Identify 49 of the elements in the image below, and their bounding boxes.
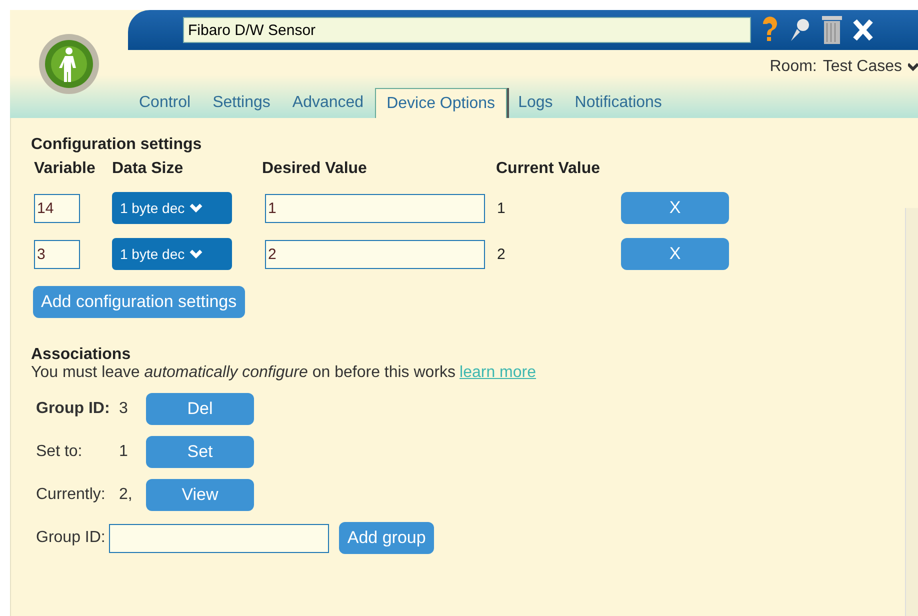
chevron-down-icon — [188, 249, 203, 259]
device-name-field[interactable]: Fibaro D/W Sensor — [183, 17, 751, 43]
help-icon[interactable] — [761, 16, 779, 44]
desired-value-field[interactable]: 2 — [265, 240, 485, 268]
tab[interactable]: Notifications — [564, 88, 673, 118]
walking-figure-icon — [38, 33, 100, 95]
chevron-down-icon — [188, 203, 203, 213]
variable-field[interactable]: 14 — [34, 194, 80, 222]
field-value: 3 — [119, 400, 129, 418]
room-name[interactable]: Test Cases — [822, 58, 902, 76]
trash-icon[interactable] — [821, 15, 843, 45]
field-value: 1 — [119, 443, 129, 461]
tab[interactable]: Control — [128, 88, 202, 118]
group-id-field[interactable] — [109, 524, 330, 552]
column-header: Data Size — [112, 160, 184, 178]
data-size-dropdown[interactable]: 1 byte dec — [112, 238, 232, 270]
associations-note: You must leave automatically configure on before this works learn more — [31, 364, 538, 382]
section-title: Associations — [31, 346, 132, 364]
section-title: Configuration settings — [31, 136, 203, 154]
remove-button[interactable]: X — [621, 192, 729, 224]
close-icon[interactable] — [853, 19, 873, 41]
current-value: 2 — [497, 246, 506, 262]
add-configuration-button[interactable]: Add configuration settings — [33, 286, 245, 318]
scrollbar[interactable] — [905, 208, 918, 616]
field-label: Group ID: — [36, 529, 106, 547]
chevron-down-icon[interactable] — [908, 61, 918, 73]
learn-more-link[interactable]: learn more — [460, 364, 536, 381]
column-header: Current Value — [496, 160, 602, 178]
tab[interactable]: Logs — [507, 88, 564, 118]
tab[interactable]: Device Options — [374, 88, 508, 120]
action-button[interactable]: Del — [146, 393, 254, 425]
field-label: Currently: — [36, 486, 106, 504]
pin-icon[interactable] — [789, 17, 811, 43]
column-header: Variable — [34, 160, 96, 178]
field-value: 2, — [119, 486, 134, 504]
field-label: Group ID: — [36, 400, 111, 418]
tab[interactable]: Settings — [202, 88, 282, 118]
column-header: Desired Value — [262, 160, 368, 178]
data-size-dropdown[interactable]: 1 byte dec — [112, 192, 232, 224]
remove-button[interactable]: X — [621, 238, 729, 270]
action-button[interactable]: View — [146, 479, 254, 511]
action-button[interactable]: Set — [146, 436, 254, 468]
current-value: 1 — [497, 200, 506, 216]
variable-field[interactable]: 3 — [34, 240, 80, 268]
add-group-button[interactable]: Add group — [339, 522, 434, 554]
desired-value-field[interactable]: 1 — [265, 194, 485, 222]
room-label: Room: — [770, 58, 817, 76]
field-label: Set to: — [36, 443, 84, 461]
tab[interactable]: Advanced — [281, 88, 375, 118]
